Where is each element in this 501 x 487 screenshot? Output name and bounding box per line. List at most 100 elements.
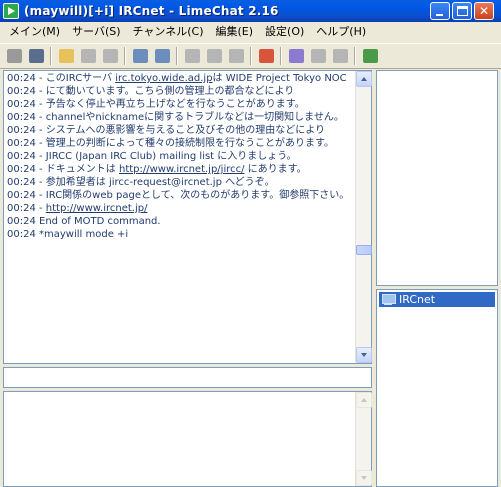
log-link[interactable]: http://www.ircnet.jp/jircc/ xyxy=(119,164,245,175)
toolbar-separator xyxy=(176,47,178,65)
log-timestamp: 00:24 xyxy=(7,125,36,136)
log-line: 00:24 - JIRCC (Japan IRC Club) mailing l… xyxy=(7,150,356,163)
log-text-after: にあります。 xyxy=(244,164,307,175)
log-timestamp: 00:24 xyxy=(7,216,36,227)
user-icon xyxy=(310,49,326,63)
rejoin-button[interactable] xyxy=(99,45,121,67)
connect-icon xyxy=(6,49,22,63)
menu-server[interactable]: サーバ(S) xyxy=(66,23,126,41)
console-log-pane[interactable] xyxy=(3,391,372,487)
log-text: - にて動いています。こちら側の管理上の都合などにより xyxy=(35,86,295,97)
search-button[interactable] xyxy=(285,45,307,67)
log-line: 00:24 *maywill mode +i xyxy=(7,228,356,241)
server-icon xyxy=(381,293,396,306)
join-folder-button[interactable] xyxy=(55,45,77,67)
menu-edit[interactable]: 編集(E) xyxy=(209,23,259,41)
rejoin-icon xyxy=(102,49,118,63)
server-tree-pane[interactable]: IRCnet xyxy=(376,289,498,487)
log-timestamp: 00:24 xyxy=(7,99,36,110)
log-text: - channelやnicknameに関するトラブルなどは一切関知しません。 xyxy=(35,112,344,123)
log-line: 00:24 - channelやnicknameに関するトラブルなどは一切関知し… xyxy=(7,111,356,124)
console-scroll-up-arrow[interactable] xyxy=(356,392,372,408)
log-icon xyxy=(332,49,348,63)
ban-button[interactable] xyxy=(225,45,247,67)
maximize-button[interactable] xyxy=(452,2,472,20)
log-text: *maywill mode +i xyxy=(35,229,129,240)
log-text: - IRC関係のweb pageとして、次のものがあります。御参照下さい。 xyxy=(35,190,350,201)
close-icon: ✕ xyxy=(478,4,490,18)
connect-button[interactable] xyxy=(3,45,25,67)
log-line: 00:24 - IRC関係のweb pageとして、次のものがあります。御参照下… xyxy=(7,189,356,202)
log-line: 00:24 - 参加希望者は jircc-request@ircnet.jp へ… xyxy=(7,176,356,189)
scroll-up-arrow[interactable] xyxy=(356,71,372,87)
log-text: End of MOTD command. xyxy=(35,216,161,227)
menu-channel[interactable]: チャンネル(C) xyxy=(127,23,210,41)
log-line: 00:24 - http://www.ircnet.jp/ xyxy=(7,202,356,215)
server-item-label: IRCnet xyxy=(399,293,436,306)
console-scrollbar[interactable] xyxy=(355,392,372,486)
toolbar xyxy=(0,43,501,69)
log-line: 00:24 - にて動いています。こちら側の管理上の都合などにより xyxy=(7,85,356,98)
log-timestamp: 00:24 xyxy=(7,86,36,97)
toolbar-separator xyxy=(280,47,282,65)
log-text: - 管理上の判断によって種々の接続制限を行なうことがあります。 xyxy=(35,138,334,149)
log-timestamp: 00:24 xyxy=(7,164,36,175)
log-text: - 予告なく停止や再立ち上げなどを行なうことがあります。 xyxy=(35,99,305,110)
limechat-app-icon[interactable] xyxy=(3,3,19,19)
log-line: 00:24 - ドキュメントは http://www.ircnet.jp/jir… xyxy=(7,163,356,176)
log-timestamp: 00:24 xyxy=(7,177,36,188)
log-button[interactable] xyxy=(329,45,351,67)
toolbar-separator xyxy=(250,47,252,65)
menu-help[interactable]: ヘルプ(H) xyxy=(310,23,372,41)
key-button[interactable] xyxy=(203,45,225,67)
chat-log-scrollbar[interactable] xyxy=(355,71,372,363)
close-button[interactable]: ✕ xyxy=(474,2,494,20)
checklist-button[interactable] xyxy=(255,45,277,67)
log-text: - このIRCサーバ xyxy=(35,73,116,84)
chat-log: 00:24 - このIRCサーバ irc.tokyo.wide.ad.jpは W… xyxy=(7,72,356,241)
log-timestamp: 00:24 xyxy=(7,203,36,214)
log-line: 00:24 - このIRCサーバ irc.tokyo.wide.ad.jpは W… xyxy=(7,72,356,85)
exit-button[interactable] xyxy=(359,45,381,67)
toolbar-separator xyxy=(124,47,126,65)
server-props-icon xyxy=(132,49,148,63)
menu-settings[interactable]: 設定(O) xyxy=(259,23,310,41)
checklist-icon xyxy=(258,49,274,63)
part-icon xyxy=(80,49,96,63)
search-icon xyxy=(288,49,304,63)
chat-log-pane[interactable]: 00:24 - このIRCサーバ irc.tokyo.wide.ad.jpは W… xyxy=(3,70,372,364)
log-line: 00:24 - システムへの悪影響を与えること及びその他の理由などにより xyxy=(7,124,356,137)
log-link[interactable]: http://www.ircnet.jp/ xyxy=(46,203,148,214)
menu-main[interactable]: メイン(M) xyxy=(3,23,66,41)
log-line: 00:24 - 管理上の判断によって種々の接続制限を行なうことがあります。 xyxy=(7,137,356,150)
server-item-ircnet[interactable]: IRCnet xyxy=(379,292,495,307)
toolbar-separator xyxy=(50,47,52,65)
console-scroll-down-arrow[interactable] xyxy=(356,470,372,486)
log-timestamp: 00:24 xyxy=(7,138,36,149)
lock-icon xyxy=(184,49,200,63)
server-props-button[interactable] xyxy=(129,45,151,67)
message-input[interactable] xyxy=(3,367,372,388)
log-text: - システムへの悪影響を与えること及びその他の理由などにより xyxy=(35,125,325,136)
member-list-pane[interactable] xyxy=(376,70,498,286)
menu-bar: メイン(M) サーバ(S) チャンネル(C) 編集(E) 設定(O) ヘルプ(H… xyxy=(0,22,501,42)
log-timestamp: 00:24 xyxy=(7,229,36,240)
join-folder-icon xyxy=(58,49,74,63)
channel-props-button[interactable] xyxy=(151,45,173,67)
disconnect-button[interactable] xyxy=(25,45,47,67)
minimize-button[interactable] xyxy=(430,2,450,20)
lock-button[interactable] xyxy=(181,45,203,67)
title-bar[interactable]: (maywill)[+i] IRCnet - LimeChat 2.16 ✕ xyxy=(0,0,501,22)
log-link[interactable]: irc.tokyo.wide.ad.jp xyxy=(115,73,212,84)
scroll-down-arrow[interactable] xyxy=(356,347,372,363)
log-timestamp: 00:24 xyxy=(7,151,36,162)
channel-props-icon xyxy=(154,49,170,63)
scroll-thumb[interactable] xyxy=(356,245,372,255)
part-button[interactable] xyxy=(77,45,99,67)
window-title: (maywill)[+i] IRCnet - LimeChat 2.16 xyxy=(24,4,279,18)
log-text: - JIRCC (Japan IRC Club) mailing list に入… xyxy=(35,151,297,162)
minimize-icon xyxy=(436,14,443,16)
log-line: 00:24 End of MOTD command. xyxy=(7,215,356,228)
exit-icon xyxy=(362,49,378,63)
user-button[interactable] xyxy=(307,45,329,67)
